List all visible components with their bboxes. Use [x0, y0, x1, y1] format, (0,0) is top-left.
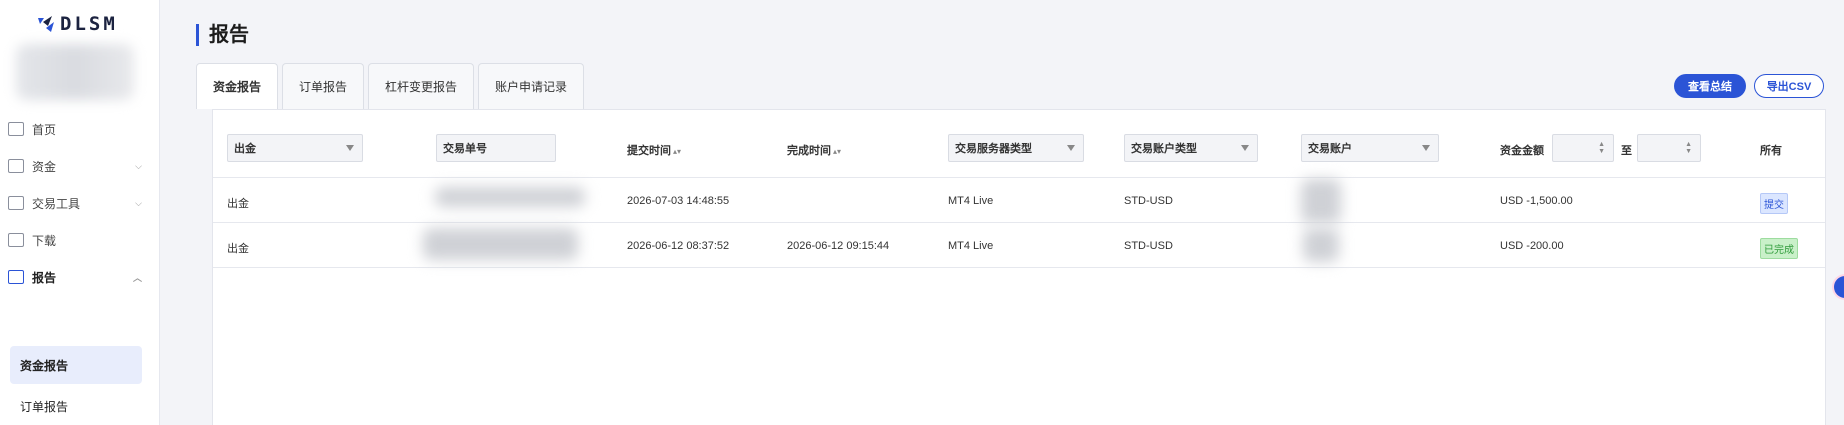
table-row: 出金 2026-06-12 08:37:52 2026-06-12 09:15:… — [213, 224, 1825, 268]
complete-time-cell: 2026-06-12 09:15:44 — [787, 240, 890, 252]
submit-time-cell: 2026-06-12 08:37:52 — [627, 240, 730, 252]
sidebar-item-download[interactable]: 下载 — [0, 225, 160, 255]
sort-icon[interactable]: ▴▾ — [673, 147, 681, 156]
caret-down-icon — [1422, 145, 1430, 151]
page-title: 报告 — [196, 24, 249, 46]
type-filter-value: 出金 — [234, 143, 256, 155]
tab-order-report[interactable]: 订单报告 — [282, 63, 365, 109]
floating-help-icon[interactable] — [1834, 276, 1844, 298]
amount-max-input[interactable]: ▲ ▼ — [1637, 134, 1701, 162]
sidebar: DLSM 首页 资金 ⌵ 交易工具 ⌵ 下载 报告 ︿ 资金报告 订单报告 — [0, 0, 160, 425]
server-type-filter-select[interactable]: 交易服务器类型 — [948, 134, 1084, 162]
amount-cell: USD -1,500.00 — [1500, 195, 1573, 207]
caret-down-icon — [346, 145, 354, 151]
report-tabs: 资金报告 订单报告 杠杆变更报告 账户申请记录 — [196, 63, 585, 109]
order-no-redacted — [423, 228, 578, 260]
view-summary-button[interactable]: 查看总结 — [1674, 74, 1746, 98]
logo[interactable]: DLSM — [36, 12, 118, 36]
tab-leverage-report[interactable]: 杠杆变更报告 — [368, 63, 475, 109]
type-cell: 出金 — [227, 243, 249, 255]
range-separator: 至 — [1621, 145, 1632, 157]
order-no-filter-input[interactable]: 交易单号 — [436, 134, 556, 162]
fund-report-table: 出金 交易单号 提交时间 ▴▾ 完成时间 ▴▾ 交易服务器类型 交易账户类型 交易账… — [212, 109, 1826, 425]
chevron-up-icon: ︿ — [132, 272, 142, 283]
complete-time-label: 完成时间 — [787, 145, 831, 157]
complete-time-header[interactable]: 完成时间 ▴▾ — [787, 142, 841, 158]
status-badge: 已完成 — [1760, 238, 1798, 259]
stepper-icon[interactable]: ▲ ▼ — [1598, 141, 1605, 155]
type-filter-select[interactable]: 出金 — [227, 134, 363, 162]
order-no-redacted — [435, 187, 585, 207]
amount-min-input[interactable]: ▲ ▼ — [1552, 134, 1614, 162]
sidebar-item-funds[interactable]: 资金 ⌵ — [0, 151, 160, 181]
download-icon — [8, 233, 24, 247]
chevron-down-icon: ⌵ — [135, 160, 142, 171]
amount-label: 资金金额 — [1500, 145, 1544, 157]
logo-text: DLSM — [60, 13, 118, 35]
submit-time-header[interactable]: 提交时间 ▴▾ — [627, 142, 681, 158]
sidebar-item-label: 报告 — [32, 270, 57, 285]
account-type-filter-select[interactable]: 交易账户类型 — [1124, 134, 1258, 162]
account-filter-select[interactable]: 交易账户 — [1301, 134, 1439, 162]
tab-fund-report[interactable]: 资金报告 — [196, 63, 279, 109]
submit-time-cell: 2026-07-03 14:48:55 — [627, 195, 730, 207]
avatar — [16, 44, 134, 100]
order-no-label: 交易单号 — [443, 143, 487, 155]
sidebar-item-home[interactable]: 首页 — [0, 114, 160, 144]
sidebar-subitem-order-report[interactable]: 订单报告 — [10, 387, 142, 425]
sidebar-subitem-label: 订单报告 — [20, 399, 69, 414]
wallet-icon — [8, 159, 24, 173]
sidebar-item-label: 资金 — [32, 159, 57, 174]
export-csv-button[interactable]: 导出CSV — [1754, 74, 1824, 98]
sidebar-item-label: 交易工具 — [32, 196, 81, 211]
server-cell: MT4 Live — [948, 240, 994, 252]
server-type-label: 交易服务器类型 — [955, 143, 1032, 155]
caret-down-icon — [1241, 145, 1249, 151]
amount-cell: USD -200.00 — [1500, 240, 1564, 252]
stepper-icon[interactable]: ▲ ▼ — [1685, 141, 1692, 155]
table-row: 出金 2026-07-03 14:48:55 MT4 Live STD-USD … — [213, 179, 1825, 223]
sidebar-item-reports[interactable]: 报告 ︿ — [0, 262, 160, 292]
report-icon — [8, 270, 24, 284]
home-icon — [8, 122, 24, 136]
account-label: 交易账户 — [1308, 143, 1352, 155]
tab-account-applications[interactable]: 账户申请记录 — [478, 63, 585, 109]
account-type-cell: STD-USD — [1124, 240, 1173, 252]
account-type-cell: STD-USD — [1124, 195, 1173, 207]
sidebar-item-trading-tools[interactable]: 交易工具 ⌵ — [0, 188, 160, 218]
status-badge: 提交 — [1760, 193, 1788, 214]
type-cell: 出金 — [227, 198, 249, 210]
sidebar-item-label: 首页 — [32, 122, 57, 137]
sort-icon[interactable]: ▴▾ — [833, 147, 841, 156]
logo-mark-icon — [36, 14, 56, 34]
account-redacted — [1303, 228, 1339, 262]
server-cell: MT4 Live — [948, 195, 994, 207]
status-filter-select[interactable]: 所有 — [1760, 142, 1782, 158]
sidebar-item-label: 下载 — [32, 233, 57, 248]
filter-row: 出金 交易单号 提交时间 ▴▾ 完成时间 ▴▾ 交易服务器类型 交易账户类型 交易账… — [213, 110, 1825, 178]
sidebar-subitem-fund-report[interactable]: 资金报告 — [10, 346, 142, 384]
account-redacted — [1301, 179, 1341, 223]
sidebar-subitem-label: 资金报告 — [20, 358, 69, 373]
chevron-down-icon: ⌵ — [135, 197, 142, 208]
tools-icon — [8, 196, 24, 210]
account-type-label: 交易账户类型 — [1131, 143, 1197, 155]
caret-down-icon — [1067, 145, 1075, 151]
submit-time-label: 提交时间 — [627, 145, 671, 157]
